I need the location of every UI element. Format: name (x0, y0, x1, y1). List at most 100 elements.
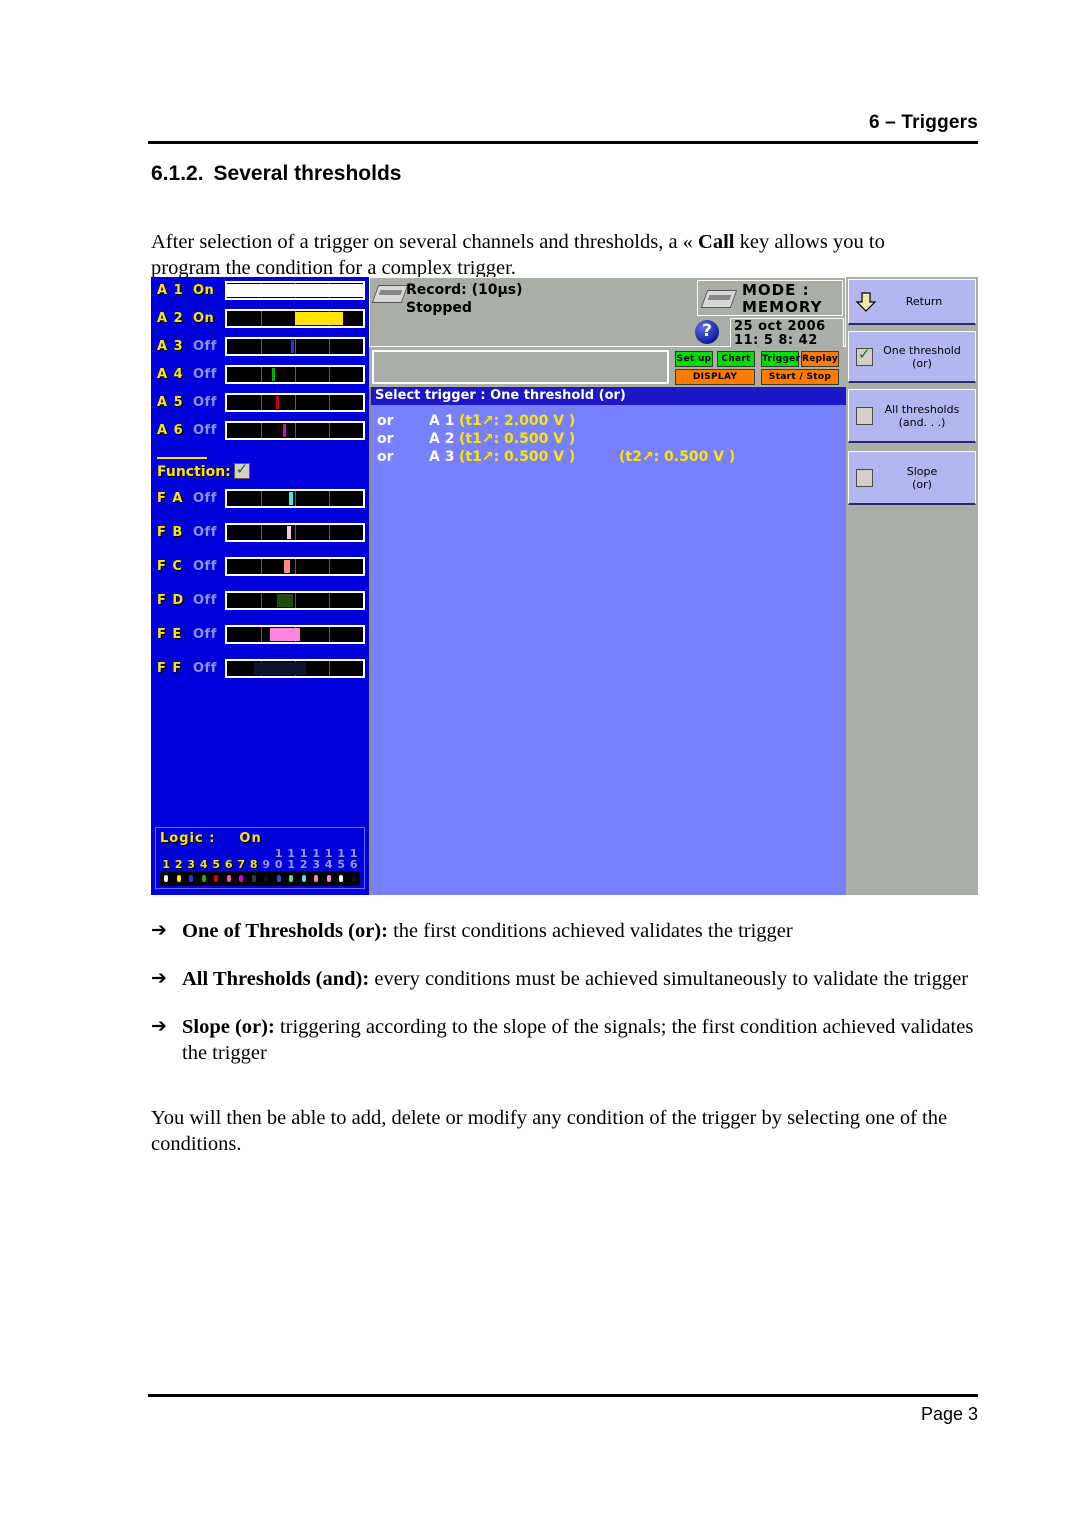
device-screenshot: A 1 On A 2 On A 3 Off A 4 Off A 5 Off A 6 Off Funct… (151, 277, 978, 895)
condition-threshold-1: (t1↗: 0.500 V ) (459, 431, 576, 447)
grid-tick (329, 367, 330, 382)
function-label: Function: (157, 464, 231, 480)
grid-tick (329, 423, 330, 438)
sidebar-button-one-threshold[interactable]: One threshold(or) (848, 331, 976, 383)
analog-channel-waveform (225, 281, 365, 300)
logic-led[interactable] (310, 871, 323, 886)
toolbar-button-start-stop[interactable]: Start / Stop (761, 369, 839, 385)
grid-tick (261, 491, 262, 506)
sidebar-button-return[interactable]: Return (848, 279, 976, 325)
analog-channel-row-4[interactable]: A 5 Off (155, 393, 367, 416)
trigger-condition-row[interactable]: or A 3 (t1↗: 0.500 V ) (t2↗: 0.500 V ) (371, 449, 846, 467)
logic-led[interactable] (235, 871, 248, 886)
checkbox-unchecked-icon[interactable] (856, 406, 873, 425)
intro-pre: After selection of a trigger on several … (151, 230, 699, 253)
device-toolbar: Set up Chart Trigger Replay DISPLAY Start / S… (369, 347, 846, 387)
logic-led[interactable] (347, 871, 360, 886)
function-channel-state[interactable]: Off (193, 627, 223, 642)
page-footer: Page 3 (920, 1404, 978, 1424)
logic-led[interactable] (210, 871, 223, 886)
analog-channel-row-0[interactable]: A 1 On (155, 281, 367, 304)
logic-led[interactable] (272, 871, 285, 886)
checkbox-checked-icon[interactable] (856, 345, 873, 366)
logic-led[interactable] (222, 871, 235, 886)
analog-channel-row-2[interactable]: A 3 Off (155, 337, 367, 360)
record-icon (371, 285, 409, 303)
analog-channel-state[interactable]: Off (193, 339, 223, 354)
logic-led[interactable] (335, 871, 348, 886)
toolbar-button-trigger[interactable]: Trigger (761, 351, 800, 367)
function-channel-state[interactable]: Off (193, 593, 223, 608)
function-channel-state[interactable]: Off (193, 491, 223, 506)
logic-channel-number: 4 (199, 858, 208, 871)
bullet-item-1: ➔ All Thresholds (and): every conditions … (151, 966, 986, 992)
sidebar-button-slope[interactable]: Slope (or) (848, 451, 976, 505)
analog-channel-row-5[interactable]: A 6 Off (155, 421, 367, 444)
sidebar-button-label: Return (877, 295, 975, 308)
analog-channel-state[interactable]: On (193, 311, 223, 326)
function-channel-row-3[interactable]: F D Off (155, 591, 367, 614)
function-channel-row-4[interactable]: F E Off (155, 625, 367, 648)
analog-channel-row-3[interactable]: A 4 Off (155, 365, 367, 388)
help-icon[interactable]: ? (695, 320, 719, 344)
logic-channel-number: 5 (212, 858, 221, 871)
analog-channel-row-1[interactable]: A 2 On (155, 309, 367, 332)
sidebar-button-all-thresholds[interactable]: All thresholds (and. . .) (848, 389, 976, 443)
function-channel-row-2[interactable]: F C Off (155, 557, 367, 580)
function-channel-state[interactable]: Off (193, 525, 223, 540)
bullet-term: One of Thresholds (or): (182, 920, 388, 942)
trigger-condition-row[interactable]: or A 1 (t1↗: 2.000 V ) (371, 413, 846, 431)
grid-tick (295, 339, 296, 354)
toolbar-button-display[interactable]: DISPLAY (675, 369, 755, 385)
logic-led-indicator (188, 874, 195, 883)
toolbar-button-chart[interactable]: Chart (717, 351, 755, 367)
mode-box[interactable]: MODE : MEMORY (697, 280, 843, 316)
logic-led-indicator (213, 874, 220, 883)
logic-led-indicator (325, 874, 332, 883)
function-channel-row-5[interactable]: F F Off (155, 659, 367, 682)
function-channel-state[interactable]: Off (193, 661, 223, 676)
logic-led[interactable] (197, 871, 210, 886)
logic-led[interactable] (185, 871, 198, 886)
function-row[interactable]: Function: (157, 460, 250, 480)
sidebar-label-line: Return (905, 295, 943, 308)
function-channel-label: F C (157, 559, 183, 574)
entry-field[interactable] (372, 350, 669, 384)
analog-channel-state[interactable]: On (193, 283, 223, 298)
analog-channel-state[interactable]: Off (193, 423, 223, 438)
analog-channel-waveform (225, 337, 365, 356)
toolbar-button-set-up[interactable]: Set up (675, 351, 713, 367)
sidebar-label-line: (or) (912, 356, 932, 370)
logic-channel-number: 3 (187, 858, 196, 871)
logic-led[interactable] (247, 871, 260, 886)
function-channel-row-1[interactable]: F B Off (155, 523, 367, 546)
mode-text: MODE : MEMORY (742, 282, 822, 316)
logic-led-indicator (263, 874, 270, 883)
grid-tick (295, 367, 296, 382)
toolbar-button-replay[interactable]: Replay (801, 351, 839, 367)
grid-tick (329, 559, 330, 574)
analog-channel-state[interactable]: Off (193, 367, 223, 382)
function-channel-label: F F (157, 661, 183, 676)
logic-led[interactable] (297, 871, 310, 886)
logic-led[interactable] (322, 871, 335, 886)
condition-channel: A 3 (429, 449, 455, 465)
logic-led[interactable] (285, 871, 298, 886)
logic-led[interactable] (172, 871, 185, 886)
grid-tick (295, 525, 296, 540)
function-checkbox[interactable] (233, 460, 250, 479)
function-channel-state[interactable]: Off (193, 559, 223, 574)
grid-tick (261, 311, 262, 326)
trigger-condition-row[interactable]: or A 2 (t1↗: 0.500 V ) (371, 431, 846, 449)
function-channel-row-0[interactable]: F A Off (155, 489, 367, 512)
analog-channel-state[interactable]: Off (193, 395, 223, 410)
checkbox-unchecked-icon[interactable] (856, 468, 873, 487)
bullet-term: Slope (or): (182, 1016, 275, 1038)
grid-tick (329, 525, 330, 540)
grid-tick (261, 593, 262, 608)
logic-led[interactable] (260, 871, 273, 886)
trigger-main-area: Select trigger : One threshold (or) or A … (369, 387, 846, 895)
function-channel-waveform (225, 489, 365, 508)
logic-led[interactable] (160, 871, 173, 886)
logic-title: Logic : On (160, 831, 360, 846)
